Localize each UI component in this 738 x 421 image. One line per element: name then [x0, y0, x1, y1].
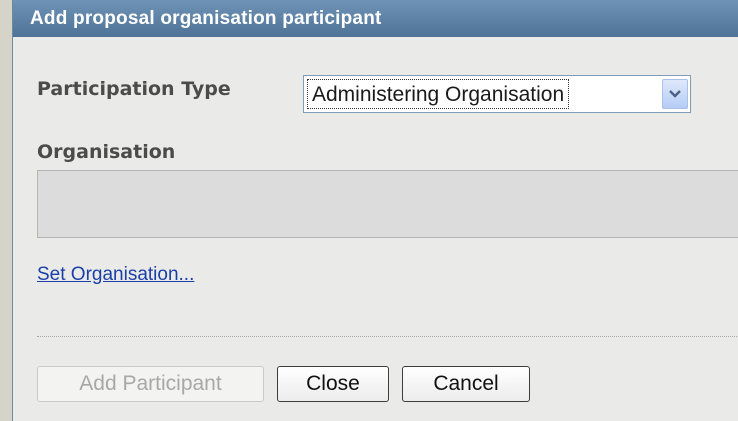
chevron-down-icon[interactable] [662, 79, 688, 109]
set-organisation-link[interactable]: Set Organisation... [37, 264, 194, 286]
add-participant-button[interactable]: Add Participant [37, 366, 264, 402]
divider [37, 336, 738, 337]
background-page-strip [0, 0, 12, 421]
organisation-field [37, 170, 738, 238]
cancel-button[interactable]: Cancel [402, 366, 530, 402]
participation-type-label: Participation Type [37, 78, 231, 100]
close-button[interactable]: Close [277, 366, 389, 402]
organisation-label: Organisation [37, 141, 176, 163]
dialog-title: Add proposal organisation participant [13, 0, 738, 37]
participation-type-value: Administering Organisation [307, 79, 570, 109]
participation-type-select[interactable]: Administering Organisation [303, 75, 691, 113]
add-participant-dialog: Add proposal organisation participant Pa… [12, 0, 738, 421]
